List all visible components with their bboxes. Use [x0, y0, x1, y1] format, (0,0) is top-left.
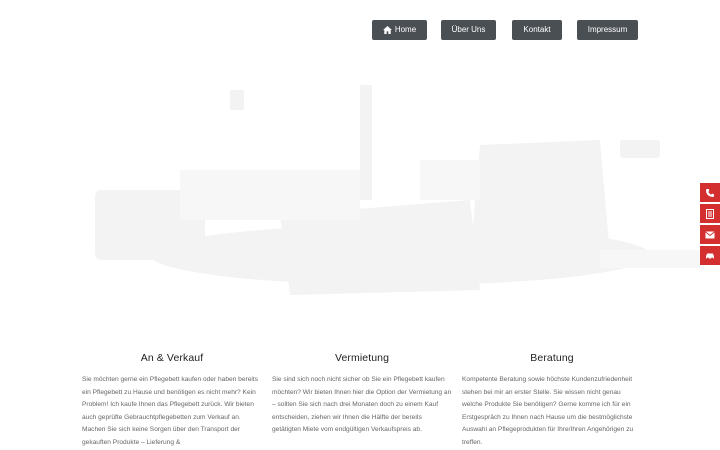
- feature-column-sale: An & Verkauf Sie möchten gerne ein Pfleg…: [82, 352, 262, 450]
- side-tab-mail[interactable]: [700, 225, 720, 244]
- feature-text-rental: Sie sind sich noch nicht sicher ob Sie e…: [272, 376, 452, 434]
- side-tab-car[interactable]: [700, 246, 720, 265]
- side-tab-document[interactable]: [700, 204, 720, 223]
- phone-icon: [705, 188, 715, 198]
- nav-about-button[interactable]: Über Uns: [441, 20, 496, 40]
- nav-contact-label: Kontakt: [523, 25, 551, 34]
- nav-about-label: Über Uns: [451, 25, 486, 34]
- document-icon: [706, 208, 714, 219]
- side-tab-phone[interactable]: [700, 183, 720, 202]
- car-icon: [705, 252, 715, 260]
- side-contact-tabs: [700, 183, 720, 267]
- nav-contact-button[interactable]: Kontakt: [512, 20, 562, 40]
- feature-title-consulting: Beratung: [530, 352, 574, 364]
- feature-column-rental: Vermietung Sie sind sich noch nicht sich…: [272, 352, 452, 437]
- feature-title-sale: An & Verkauf: [140, 352, 204, 364]
- feature-column-consulting: Beratung Kompetente Beratung sowie höchs…: [462, 352, 642, 450]
- feature-title-rental: Vermietung: [334, 352, 390, 364]
- nav-imprint-button[interactable]: Impressum: [577, 20, 638, 40]
- feature-text-consulting: Kompetente Beratung sowie höchste Kunden…: [462, 376, 634, 446]
- mail-icon: [705, 230, 715, 239]
- hero-image: [0, 50, 720, 330]
- home-icon: [382, 25, 392, 34]
- nav-home-button[interactable]: Home: [372, 20, 427, 40]
- nav-imprint-label: Impressum: [587, 25, 628, 34]
- nav-home-label: Home: [394, 25, 417, 34]
- feature-text-sale: Sie möchten gerne ein Pflegebett kaufen …: [82, 376, 258, 446]
